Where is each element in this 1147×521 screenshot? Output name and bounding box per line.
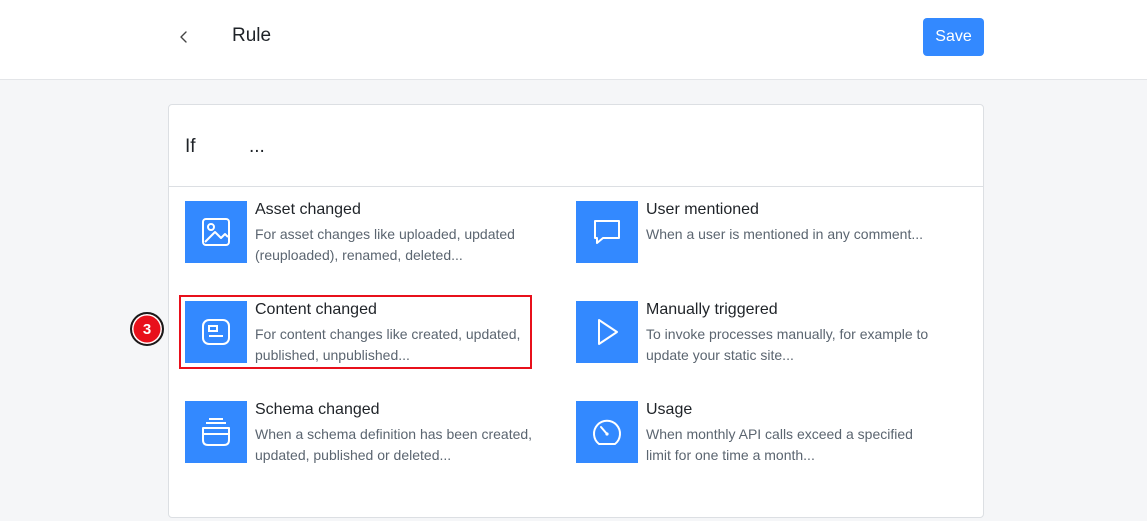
trigger-schema-changed[interactable]: Schema changed When a schema definition …: [185, 401, 555, 463]
trigger-tile: [576, 301, 638, 363]
trigger-tile: [185, 301, 247, 363]
trigger-asset-changed[interactable]: Asset changed For asset changes like upl…: [185, 201, 555, 263]
annotation-step-badge: 3: [130, 312, 164, 346]
trigger-description: When a user is mentioned in any comment.…: [646, 226, 924, 242]
schema-icon: [202, 418, 230, 446]
trigger-name: User mentioned: [646, 201, 759, 218]
card-header: If ...: [169, 105, 983, 187]
trigger-name: Usage: [646, 401, 693, 418]
if-label: If: [185, 136, 196, 157]
trigger-name: Manually triggered: [646, 301, 778, 318]
trigger-placeholder: ...: [249, 136, 265, 157]
trigger-tile: [576, 201, 638, 263]
trigger-user-mentioned[interactable]: User mentioned When a user is mentioned …: [576, 201, 946, 263]
trigger-name: Content changed: [255, 301, 377, 318]
save-button[interactable]: Save: [923, 18, 984, 56]
trigger-name: Schema changed: [255, 401, 380, 418]
play-icon: [598, 319, 618, 345]
trigger-name: Asset changed: [255, 201, 361, 218]
trigger-usage[interactable]: Usage When monthly API calls exceed a sp…: [576, 401, 946, 463]
trigger-card: If ... Asset changed For asset changes l…: [168, 104, 984, 518]
trigger-description: For asset changes like uploaded, updated…: [255, 226, 515, 263]
trigger-tile: [576, 401, 638, 463]
comment-icon: [594, 220, 620, 244]
trigger-tile: [185, 401, 247, 463]
trigger-description: When monthly API calls exceed a specifie…: [646, 426, 913, 463]
trigger-content-changed[interactable]: Content changed For content changes like…: [185, 301, 555, 363]
trigger-tile: [185, 201, 247, 263]
trigger-manually-triggered[interactable]: Manually triggered To invoke processes m…: [576, 301, 946, 363]
content-icon: [202, 319, 230, 345]
dashboard-icon: [593, 419, 621, 445]
image-icon: [202, 218, 230, 246]
back-button[interactable]: [174, 26, 194, 48]
chevron-left-icon: [180, 31, 187, 43]
trigger-description: To invoke processes manually, for exampl…: [646, 326, 929, 363]
page-title: Rule: [232, 25, 272, 46]
trigger-description: When a schema definition has been create…: [255, 426, 533, 463]
trigger-description: For content changes like created, update…: [255, 326, 521, 363]
top-bar: Rule Save: [0, 0, 1147, 80]
